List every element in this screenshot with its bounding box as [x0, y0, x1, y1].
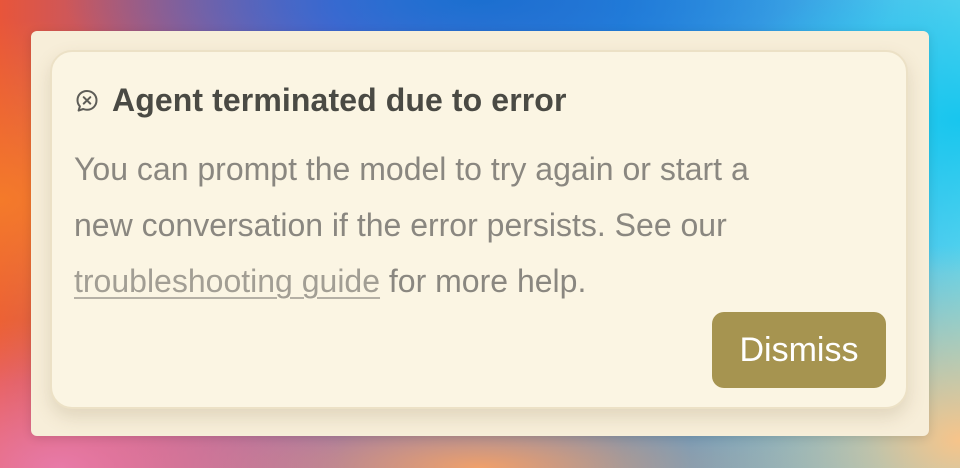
error-message: You can prompt the model to try again or…	[74, 141, 894, 309]
error-header: Agent terminated due to error	[74, 82, 567, 119]
notification-panel: Agent terminated due to error You can pr…	[31, 31, 929, 436]
message-line-3: troubleshooting guide for more help.	[74, 253, 894, 309]
message-line-3-tail: for more help.	[380, 263, 587, 299]
dismiss-button[interactable]: Dismiss	[712, 312, 886, 388]
error-card: Agent terminated due to error You can pr…	[50, 50, 908, 409]
message-line-2: new conversation if the error persists. …	[74, 207, 727, 243]
dialog-title: Agent terminated due to error	[112, 82, 567, 118]
error-chat-bubble-icon	[74, 88, 100, 114]
message-line-1: You can prompt the model to try again or…	[74, 151, 749, 187]
troubleshooting-guide-link[interactable]: troubleshooting guide	[74, 263, 380, 299]
